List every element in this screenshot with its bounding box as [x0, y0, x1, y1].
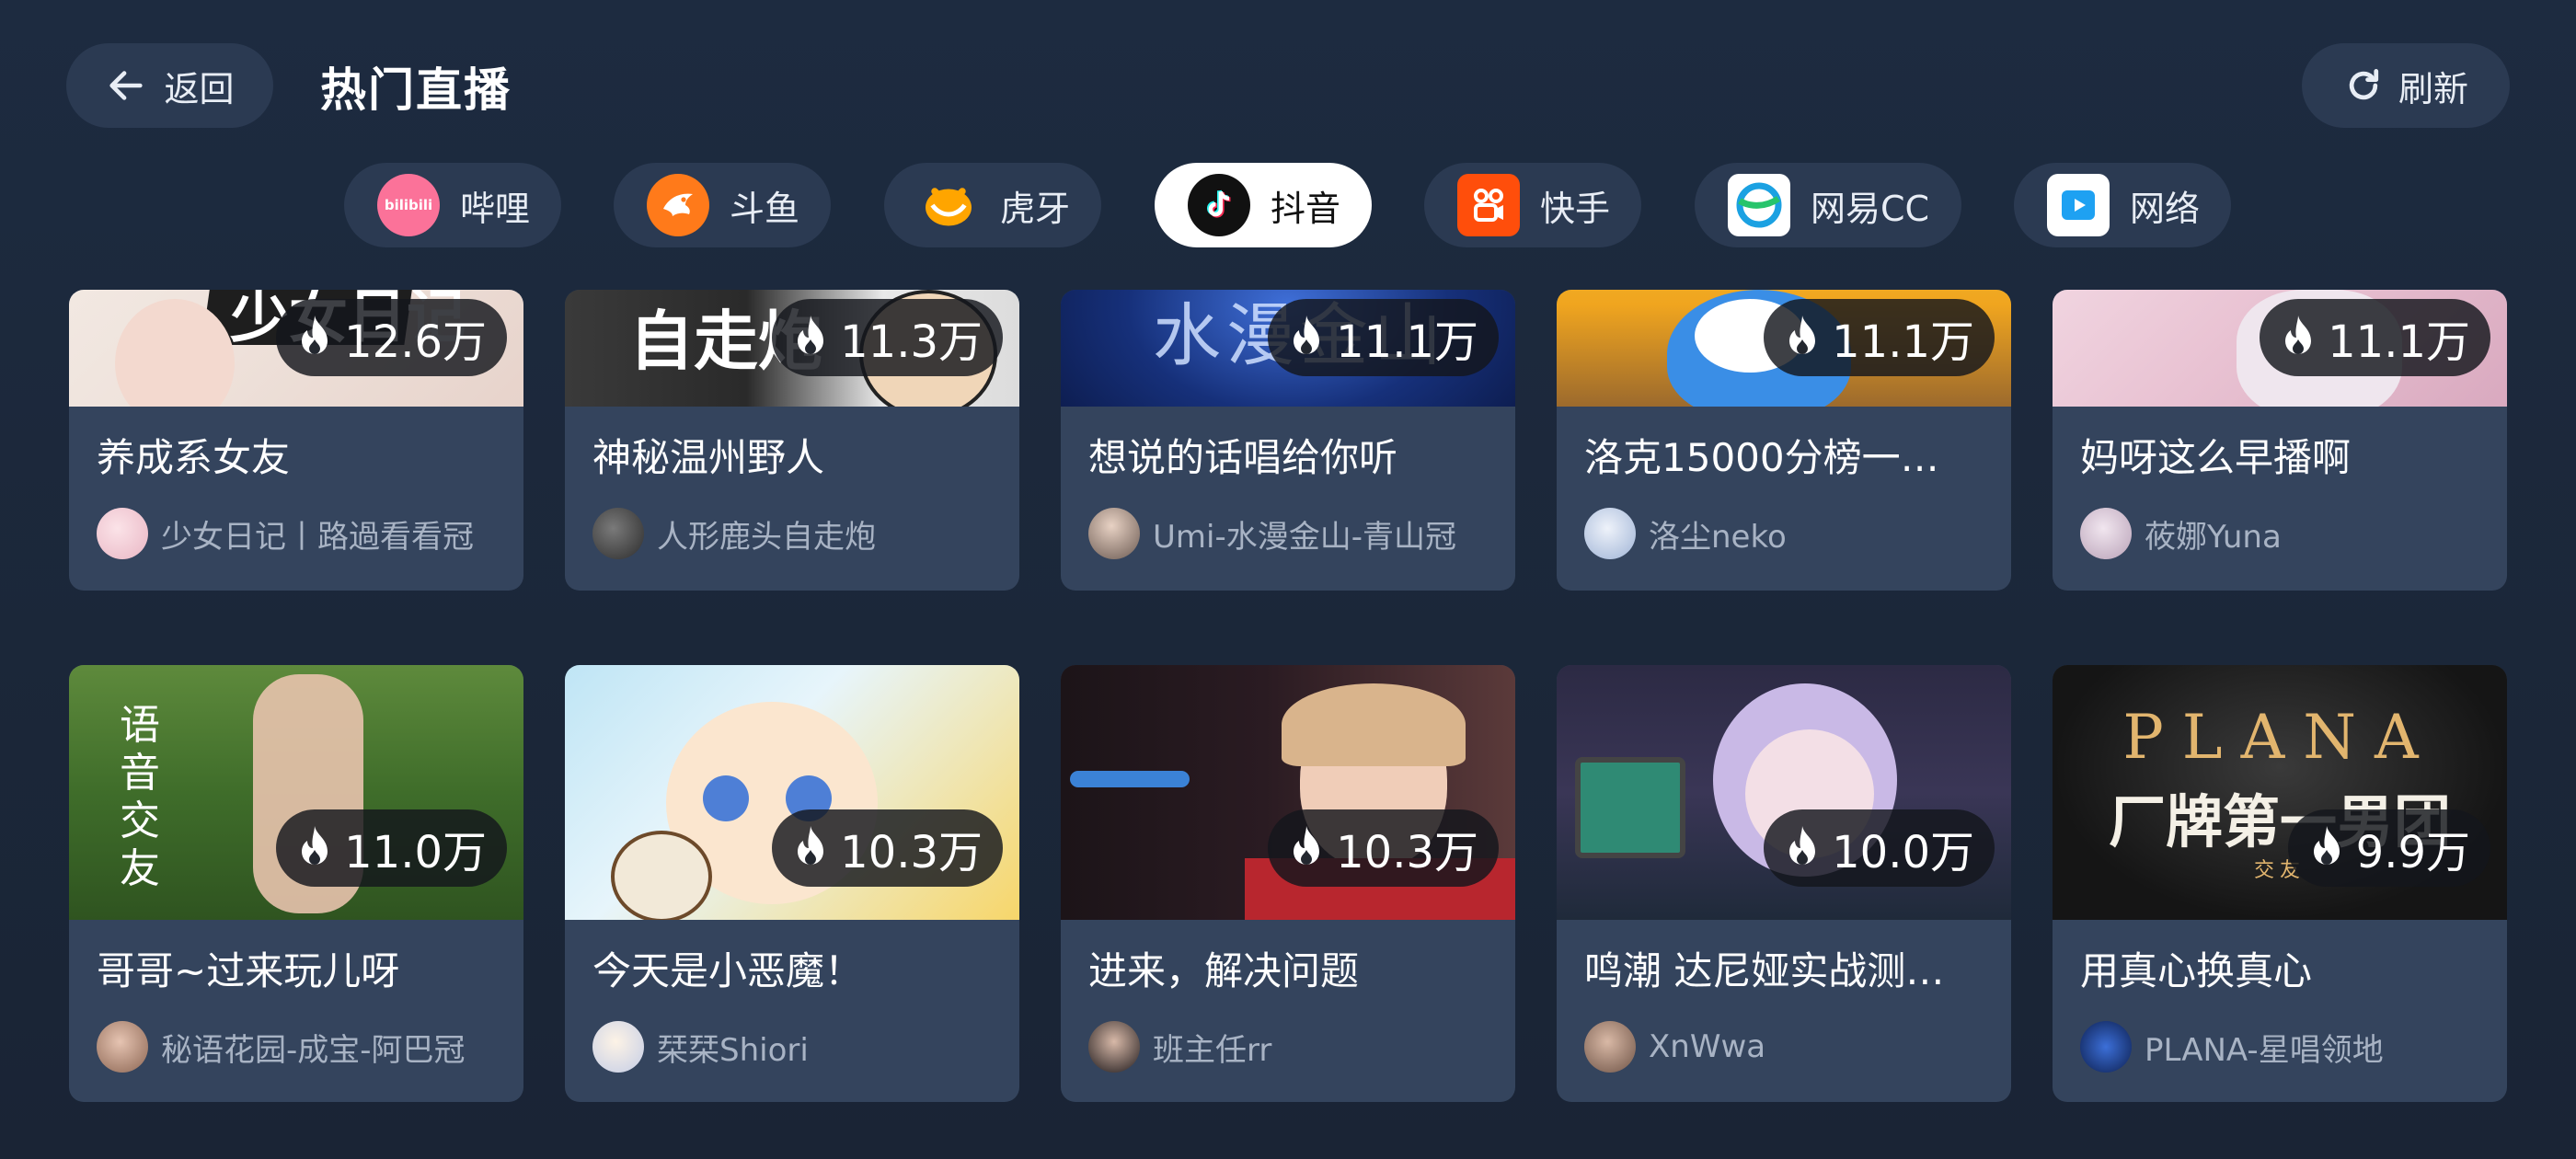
streamer-name: XnWwa: [1649, 1028, 1766, 1065]
avatar: [1088, 1021, 1140, 1073]
live-card[interactable]: 自走炮 11.3万 神秘温州野人 人形鹿头自走炮: [565, 290, 1019, 591]
tab-network[interactable]: 网络: [2014, 163, 2231, 247]
huya-icon: [917, 174, 980, 236]
tab-douyu[interactable]: 斗鱼: [614, 163, 831, 247]
live-title: 洛克15000分榜一…: [1584, 435, 1939, 480]
flame-icon: [798, 316, 824, 354]
streamer-name: 栞栞Shiori: [657, 1031, 809, 1069]
douyin-icon: [1188, 174, 1250, 236]
live-title: 今天是小恶魔！: [592, 948, 864, 993]
arrow-left-icon: [109, 71, 144, 100]
viewer-count-badge: 11.1万: [1764, 299, 1995, 376]
live-title: 神秘温州野人: [592, 435, 825, 480]
avatar: [2080, 1021, 2132, 1073]
avatar: [1584, 1021, 1636, 1073]
back-label: 返回: [164, 68, 235, 109]
live-title: 进来，解决问题: [1088, 948, 1360, 993]
viewer-count-badge: 10.3万: [772, 809, 1003, 887]
tab-label: 快手: [1540, 188, 1611, 229]
tab-douyin[interactable]: 抖音: [1155, 163, 1372, 247]
live-card[interactable]: 少女日记 12.6万 养成系女友 少女日记丨路過看看冠: [69, 290, 523, 591]
live-card[interactable]: PLANA 厂牌第一男团 交友 9.9万 用真心换真心 PLANA-星唱领地: [2053, 665, 2507, 1102]
streamer-name: 秘语花园-成宝-阿巴冠: [161, 1031, 466, 1069]
avatar: [592, 1021, 644, 1073]
flame-icon: [2313, 826, 2340, 865]
tab-label: 网络: [2130, 188, 2201, 229]
live-card[interactable]: 水漫金山 11.1万 想说的话唱给你听 Umi-水漫金山-青山冠: [1061, 290, 1515, 591]
viewer-count-badge: 11.3万: [772, 299, 1003, 376]
flame-icon: [1294, 826, 1320, 865]
refresh-icon: [2349, 69, 2379, 100]
live-title: 妈呀这么早播啊: [2080, 435, 2352, 480]
avatar: [97, 508, 148, 559]
refresh-button[interactable]: 刷新: [2302, 43, 2510, 128]
flame-icon: [2285, 316, 2312, 354]
refresh-label: 刷新: [2398, 68, 2468, 109]
viewer-count-badge: 10.0万: [1764, 809, 1995, 887]
tab-label: 抖音: [1271, 188, 1341, 229]
avatar: [592, 508, 644, 559]
tab-label: 哔哩: [460, 188, 531, 229]
live-title: 养成系女友: [97, 435, 291, 480]
live-card[interactable]: 10.3万 进来，解决问题 班主任rr: [1061, 665, 1515, 1102]
platform-tabs: bilibili 哔哩 斗鱼 虎牙 抖音 快手 网易CC 网络: [0, 163, 2576, 247]
live-card[interactable]: 10.0万 鸣潮 达尼娅实战测… XnWwa: [1557, 665, 2011, 1102]
flame-icon: [1294, 316, 1320, 354]
viewer-count-badge: 11.1万: [2260, 299, 2490, 376]
flame-icon: [302, 316, 328, 354]
bilibili-icon: bilibili: [377, 174, 440, 236]
flame-icon: [1789, 826, 1816, 865]
avatar: [2080, 508, 2132, 559]
live-card[interactable]: 11.1万 洛克15000分榜一… 洛尘neko: [1557, 290, 2011, 591]
streamer-name: 人形鹿头自走炮: [657, 518, 876, 556]
douyu-icon: [647, 174, 709, 236]
avatar: [1584, 508, 1636, 559]
streamer-name: 洛尘neko: [1649, 518, 1787, 556]
live-card[interactable]: 11.1万 妈呀这么早播啊 莜娜Yuna: [2053, 290, 2507, 591]
streamer-name: 少女日记丨路過看看冠: [161, 518, 474, 556]
viewer-count-badge: 10.3万: [1268, 809, 1499, 887]
live-title: 想说的话唱给你听: [1088, 435, 1398, 480]
flame-icon: [302, 826, 328, 865]
page-title: 热门直播: [320, 63, 512, 117]
back-button[interactable]: 返回: [66, 43, 273, 128]
top-bar: 返回 热门直播 刷新: [0, 0, 2576, 156]
avatar: [1088, 508, 1140, 559]
live-card[interactable]: 10.3万 今天是小恶魔！ 栞栞Shiori: [565, 665, 1019, 1102]
live-title: 用真心换真心: [2080, 948, 2313, 993]
tab-label: 网易CC: [1811, 188, 1930, 229]
flame-icon: [798, 826, 824, 865]
tab-label: 斗鱼: [730, 188, 800, 229]
streamer-name: 班主任rr: [1153, 1031, 1272, 1069]
viewer-count-badge: 12.6万: [276, 299, 507, 376]
live-title: 哥哥~过来玩儿呀: [97, 948, 400, 993]
tab-label: 虎牙: [1000, 188, 1071, 229]
tab-netease-cc[interactable]: 网易CC: [1695, 163, 1961, 247]
tab-huya[interactable]: 虎牙: [884, 163, 1101, 247]
viewer-count-badge: 11.0万: [276, 809, 507, 887]
network-play-icon: [2047, 174, 2110, 236]
netease-cc-icon: [1728, 174, 1790, 236]
tab-bilibili[interactable]: bilibili 哔哩: [344, 163, 561, 247]
viewer-count-badge: 9.9万: [2287, 809, 2490, 887]
streamer-name: 莜娜Yuna: [2145, 518, 2282, 556]
live-card[interactable]: 语音交友 11.0万 哥哥~过来玩儿呀 秘语花园-成宝-阿巴冠: [69, 665, 523, 1102]
viewer-count-badge: 11.1万: [1268, 299, 1499, 376]
live-list: 少女日记 12.6万 养成系女友 少女日记丨路過看看冠 自走炮 11.3万 神秘…: [0, 290, 2576, 1159]
streamer-name: Umi-水漫金山-青山冠: [1153, 518, 1456, 556]
kuaishou-icon: [1457, 174, 1520, 236]
streamer-name: PLANA-星唱领地: [2145, 1031, 2384, 1069]
avatar: [97, 1021, 148, 1073]
flame-icon: [1789, 316, 1816, 354]
tab-kuaishou[interactable]: 快手: [1424, 163, 1641, 247]
live-title: 鸣潮 达尼娅实战测…: [1584, 948, 1945, 993]
